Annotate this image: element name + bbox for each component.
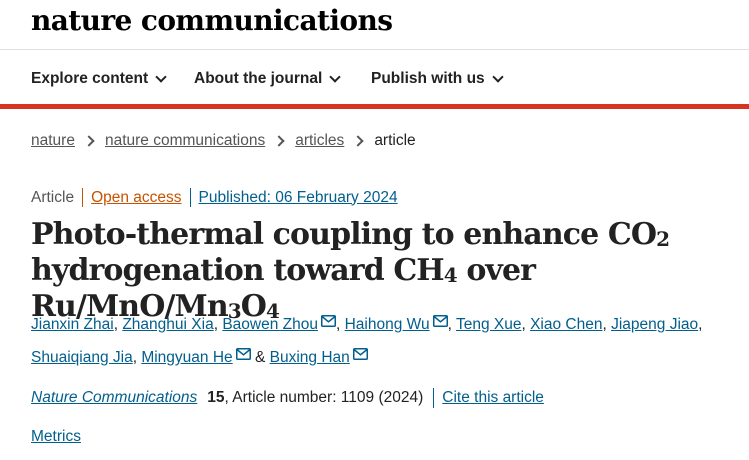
chevron-down-icon (155, 70, 167, 83)
author-separator: , (113, 316, 119, 333)
author-separator: , (602, 316, 607, 333)
author-item: Teng Xue, (456, 316, 526, 333)
title-subscript: 4 (443, 263, 458, 287)
citation-details: , Article number: 1109 (2024) (224, 389, 424, 406)
author-item: Mingyuan He (141, 348, 251, 366)
breadcrumb-link-nature[interactable]: nature (31, 132, 75, 150)
nav-item-label: Explore content (31, 70, 149, 87)
article-meta: Article Open access Published: 06 Februa… (31, 188, 398, 207)
author-item: Xiao Chen, (530, 316, 607, 333)
author-item: Jianxin Zhai, (31, 316, 118, 333)
author-list: Jianxin Zhai, Zhanghui Xia, Baowen Zhou,… (31, 307, 731, 373)
nav-about-journal[interactable]: About the journal (194, 70, 341, 88)
chevron-right-icon (83, 135, 95, 147)
chevron-down-icon (492, 70, 504, 83)
author-item: Buxing Han (270, 348, 368, 366)
article-type: Article (31, 188, 75, 206)
citation-line: Nature Communications 15 , Article numbe… (31, 388, 544, 408)
nav-item-label: About the journal (194, 70, 323, 87)
meta-divider (189, 188, 191, 207)
author-separator: , (335, 316, 341, 333)
breadcrumb-current: article (374, 132, 416, 149)
chevron-right-icon (273, 135, 285, 147)
title-text: Photo-thermal coupling to enhance CO (31, 217, 657, 252)
author-separator: , (132, 349, 138, 366)
author-link[interactable]: Buxing Han (270, 349, 350, 366)
meta-divider (82, 188, 84, 207)
email-icon[interactable] (352, 340, 368, 371)
author-item: Haihong Wu, (345, 315, 452, 333)
author-item: Baowen Zhou, (222, 315, 341, 333)
main-nav: Explore content About the journal Publis… (0, 50, 749, 106)
breadcrumb-link-nature-communications[interactable]: nature communications (105, 132, 265, 150)
author-item: Jiapeng Jiao, (611, 316, 702, 333)
author-link[interactable]: Xiao Chen (530, 316, 602, 333)
author-link[interactable]: Baowen Zhou (222, 316, 318, 333)
breadcrumb-link-articles[interactable]: articles (295, 132, 344, 150)
author-item: Shuaiqiang Jia, (31, 349, 137, 366)
citation-divider (433, 388, 435, 408)
email-icon[interactable] (432, 307, 448, 338)
metrics-link[interactable]: Metrics (31, 428, 81, 446)
nav-publish-with-us[interactable]: Publish with us (371, 70, 504, 88)
author-link[interactable]: Jiapeng Jiao (611, 316, 698, 333)
site-logo[interactable]: nature communications (31, 4, 393, 37)
author-separator: , (447, 316, 452, 333)
nav-item-label: Publish with us (371, 70, 485, 87)
email-icon[interactable] (235, 340, 251, 371)
header-accent-rule (0, 104, 749, 109)
volume-number: 15 (207, 389, 225, 406)
chevron-down-icon (329, 70, 341, 83)
open-access-link[interactable]: Open access (91, 189, 181, 207)
author-item: Zhanghui Xia, (122, 316, 218, 333)
author-and: & (254, 349, 266, 366)
title-subscript: 2 (656, 227, 670, 251)
author-link[interactable]: Zhanghui Xia (122, 316, 213, 333)
author-separator: , (698, 316, 703, 333)
author-link[interactable]: Shuaiqiang Jia (31, 349, 133, 366)
author-link[interactable]: Jianxin Zhai (31, 316, 114, 333)
chevron-right-icon (352, 135, 364, 147)
cite-this-article-link[interactable]: Cite this article (442, 389, 544, 407)
journal-link[interactable]: Nature Communications (31, 389, 197, 407)
author-separator: , (213, 316, 218, 333)
nav-explore-content[interactable]: Explore content (31, 70, 167, 88)
email-icon[interactable] (320, 307, 336, 338)
author-link[interactable]: Mingyuan He (141, 349, 232, 366)
author-separator: , (521, 316, 526, 333)
author-link[interactable]: Teng Xue (456, 316, 522, 333)
published-date-link[interactable]: Published: 06 February 2024 (199, 189, 398, 207)
breadcrumb: nature nature communications articles ar… (31, 132, 416, 150)
title-text: hydrogenation toward CH (31, 253, 445, 288)
site-header: nature communications (0, 0, 749, 50)
author-link[interactable]: Haihong Wu (345, 316, 430, 333)
